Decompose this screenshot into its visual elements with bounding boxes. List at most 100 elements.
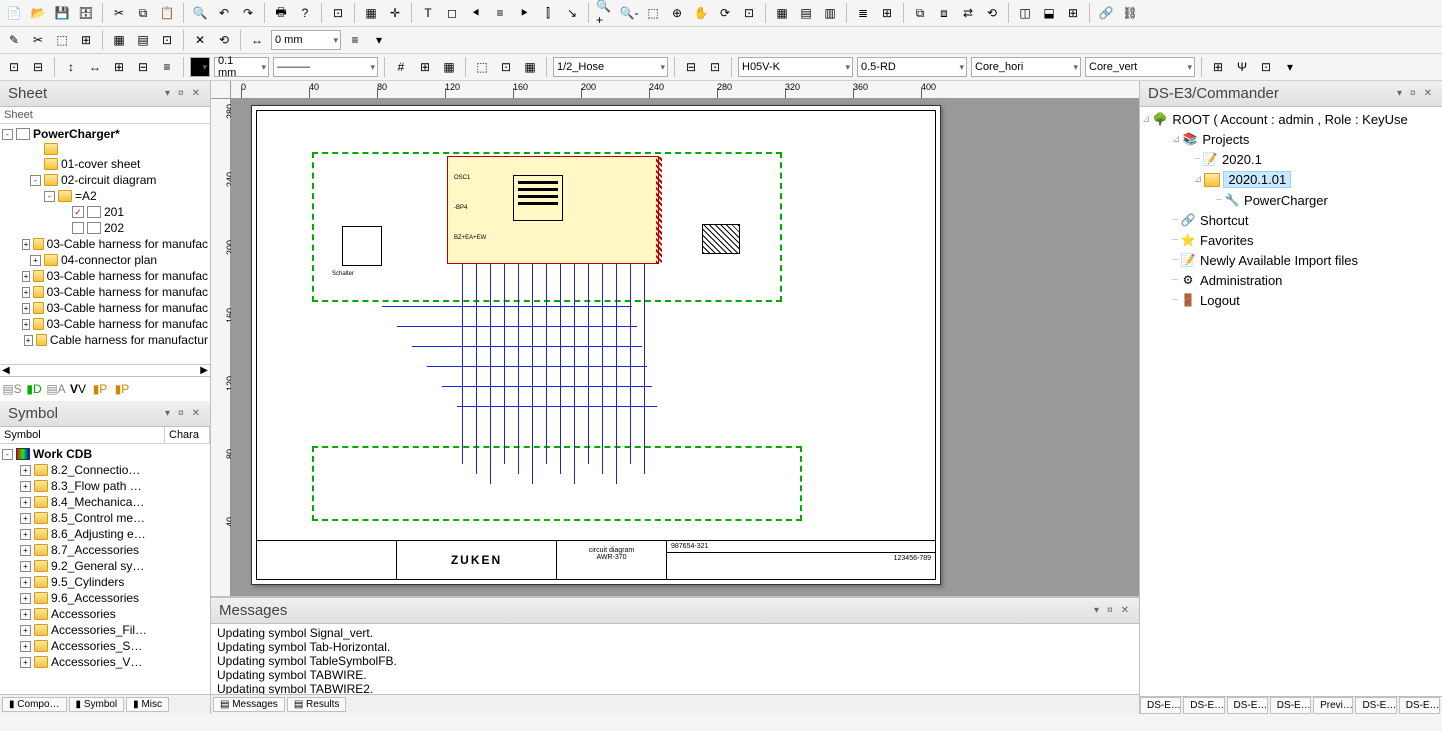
expand-icon[interactable]: + [24,335,33,346]
rotate-icon[interactable]: ⟲ [982,3,1002,23]
split-grid-icon[interactable]: ⊞ [1063,3,1083,23]
tree-item[interactable]: +8.2_Connectio… [2,462,208,478]
panel-close-icon[interactable]: ✕ [1119,605,1131,616]
wire[interactable] [588,264,589,464]
tool-icon[interactable]: ⬚ [472,57,492,77]
align-left-icon[interactable]: ⯇ [466,3,486,23]
text-tool-icon[interactable]: T [418,3,438,23]
tree-item[interactable]: +03-Cable harness for manufac [2,268,208,284]
tree-item[interactable]: +8.3_Flow path … [2,478,208,494]
help-icon[interactable]: ? [295,3,315,23]
tree-item[interactable]: +8.6_Adjusting e… [2,526,208,542]
tree-item[interactable]: +04-connector plan [2,252,208,268]
messages-body[interactable]: Updating symbol Signal_vert.Updating sym… [211,624,1139,694]
tool-icon[interactable]: ✕ [190,30,210,50]
tree-item[interactable]: -02-circuit diagram [2,172,208,188]
bottom-tab[interactable]: DS-E… [1183,697,1224,714]
wire[interactable] [382,306,632,307]
color-picker[interactable] [190,57,210,77]
offset-input[interactable]: 0 mm [271,30,341,50]
table1-icon[interactable]: ▦ [772,3,792,23]
panel-close-icon[interactable]: ✕ [190,88,202,99]
tab-misc[interactable]: ▮ Misc [126,697,169,712]
expand-icon[interactable]: + [20,529,31,540]
open-file-icon[interactable]: 📂 [28,3,48,23]
panel-menu-icon[interactable]: ▾ [163,408,172,419]
tree-item[interactable]: +9.6_Accessories [2,590,208,606]
wire[interactable] [560,264,561,474]
zoom-selection-icon[interactable]: ⊡ [739,3,759,23]
commander-item[interactable]: ┈📝2020.1 [1142,149,1440,169]
scroll-left-icon[interactable]: ◀ [2,365,10,376]
commander-item[interactable]: ┈🔧PowerCharger [1142,190,1440,210]
view-icon[interactable]: ▮D [24,379,44,399]
scroll-right-icon[interactable]: ▶ [200,365,208,376]
copy-icon[interactable]: ⧉ [133,3,153,23]
zoom-all-icon[interactable]: ⊕ [667,3,687,23]
commander-item[interactable]: ┈🚪Logout [1142,290,1440,310]
tool-icon[interactable]: ⊞ [109,57,129,77]
expand-icon[interactable]: + [20,497,31,508]
expand-icon[interactable]: + [20,513,31,524]
offset-icon[interactable]: ↔ [247,30,267,50]
tree-item[interactable]: 202 [2,220,208,236]
bottom-tab[interactable]: DS-E… [1140,697,1181,714]
align-right-icon[interactable]: ⯈ [514,3,534,23]
bottom-tab[interactable]: DS-E… [1227,697,1268,714]
redo-icon[interactable]: ↷ [238,3,258,23]
panel-menu-icon[interactable]: ▾ [163,88,172,99]
tool-icon[interactable]: ⊡ [157,30,177,50]
panel-close-icon[interactable]: ✕ [1422,88,1434,99]
connector-icon[interactable]: ↘ [562,3,582,23]
tool-icon[interactable]: ⟲ [214,30,234,50]
wire[interactable] [427,366,647,367]
expand-icon[interactable]: + [20,545,31,556]
refresh-icon[interactable]: ⟳ [715,3,735,23]
wire[interactable] [630,264,631,464]
table2-icon[interactable]: ▤ [796,3,816,23]
tool-icon[interactable]: ▦ [520,57,540,77]
save-all-icon[interactable]: 🗄 [76,3,96,23]
split-v-icon[interactable]: ⬓ [1039,3,1059,23]
wire[interactable] [442,386,652,387]
commander-item[interactable]: ┈⚙Administration [1142,270,1440,290]
tree-item[interactable]: +03-Cable harness for manufac [2,316,208,332]
tool-icon[interactable]: ⊡ [705,57,725,77]
find-icon[interactable]: 🔍 [190,3,210,23]
expand-icon[interactable]: + [22,239,30,250]
layers-icon[interactable]: ≣ [853,3,873,23]
tool-icon[interactable]: ⊡ [1256,57,1276,77]
tool-icon[interactable]: ✎ [4,30,24,50]
shape-icon[interactable]: ◻ [442,3,462,23]
zoom-out-icon[interactable]: 🔍- [619,3,639,23]
symbol-tree[interactable]: - Work CDB +8.2_Connectio…+8.3_Flow path… [0,444,210,694]
snap-icon[interactable]: ✛ [385,3,405,23]
expand-icon[interactable]: + [30,255,41,266]
tab-symbol[interactable]: ▮ Symbol [69,697,125,712]
tree-item[interactable]: +Accessories [2,606,208,622]
tree-item[interactable] [2,142,208,156]
save-icon[interactable]: 💾 [52,3,72,23]
tree-item[interactable]: +03-Cable harness for manufac [2,236,208,252]
tree-root[interactable]: - PowerCharger* [2,126,208,142]
wire[interactable] [532,264,533,484]
dropdown-icon[interactable]: ▾ [369,30,389,50]
wire[interactable] [476,264,477,474]
checkbox-icon[interactable] [72,222,84,234]
view-icon[interactable]: VV [68,379,88,399]
tool-icon[interactable]: ⊡ [4,57,24,77]
tree-root[interactable]: - Work CDB [2,446,208,462]
new-file-icon[interactable]: 📄 [4,3,24,23]
tool-icon[interactable]: ▦ [439,57,459,77]
unlink-icon[interactable]: ⛓ [1120,3,1140,23]
tool-icon[interactable]: ↔ [85,57,105,77]
wire[interactable] [462,264,463,464]
wire-combo[interactable]: 0.5-RD [857,57,967,77]
tool-icon[interactable]: Ψ [1232,57,1252,77]
expand-icon[interactable]: + [20,625,31,636]
expand-icon[interactable]: + [20,561,31,572]
tool-icon[interactable]: ⬚ [52,30,72,50]
tree-item[interactable]: +Accessories_Fil… [2,622,208,638]
tool-icon[interactable]: ⊞ [415,57,435,77]
wire[interactable] [644,264,645,474]
